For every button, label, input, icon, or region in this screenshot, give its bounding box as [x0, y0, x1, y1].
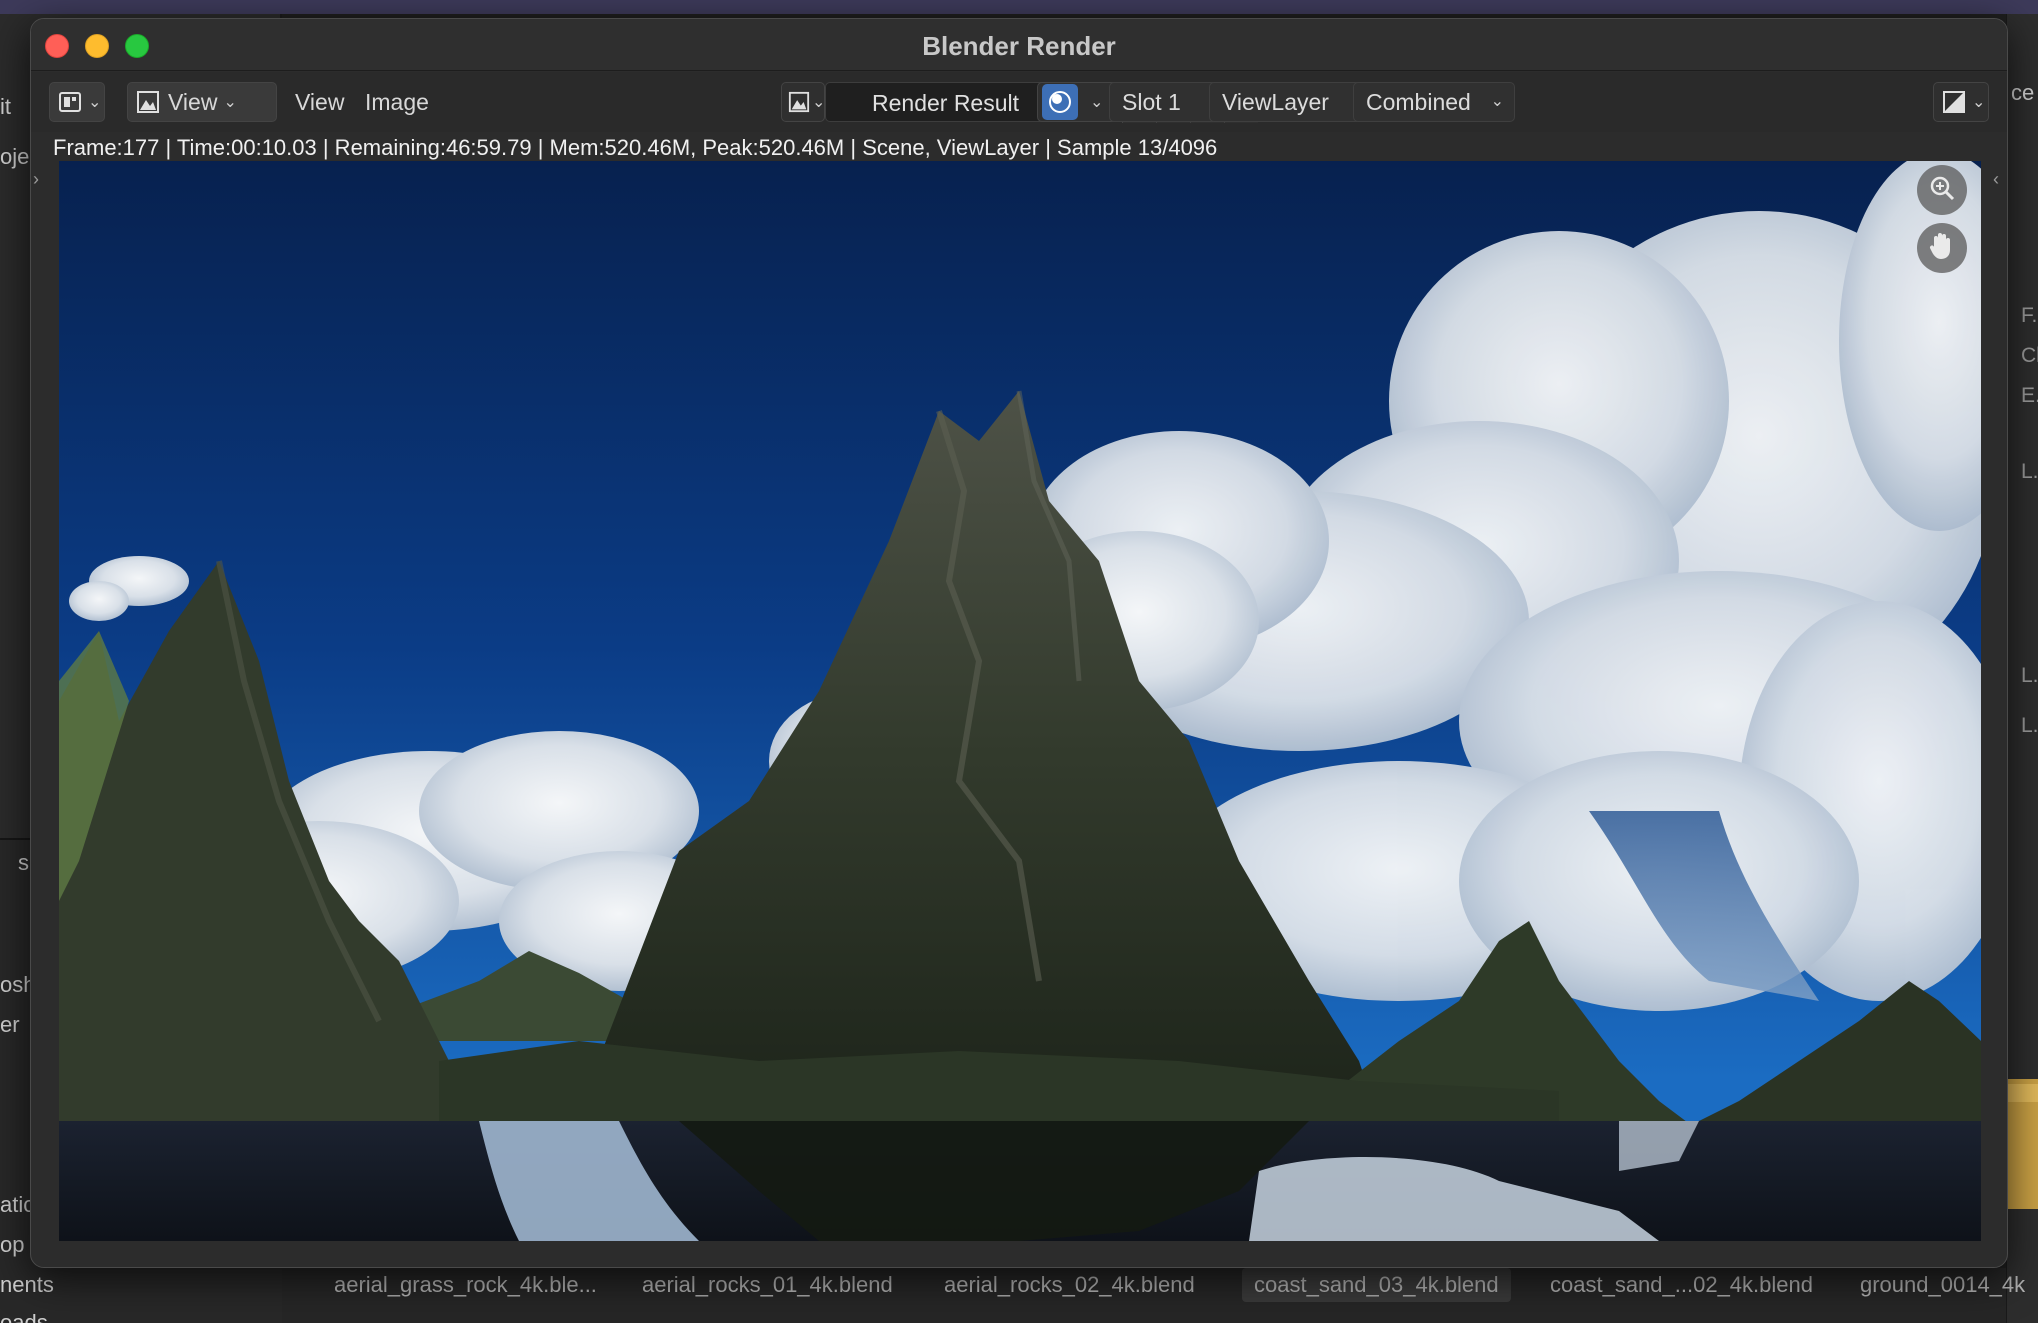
render-pass-dropdown[interactable]: Combined ⌄ — [1353, 82, 1515, 122]
right-panel-text: L... — [2021, 460, 2038, 483]
chevron-down-icon: ⌄ — [88, 94, 102, 111]
file-item[interactable]: ground_0014_4k — [1848, 1268, 2037, 1302]
chevron-down-icon: ⌄ — [1090, 94, 1104, 111]
left-panel-text: er — [0, 1012, 20, 1037]
chevron-down-icon: ⌄ — [223, 94, 237, 111]
slot-label: Slot 1 — [1122, 89, 1181, 115]
render-window: Blender Render ⌄ View ⌄ View Image ⌄ Ren… — [30, 18, 2008, 1268]
right-panel-text: ce — [2011, 80, 2035, 105]
left-panel-text: oads — [0, 1310, 48, 1323]
file-item[interactable]: coast_sand_...02_4k.blend — [1538, 1268, 1825, 1302]
left-panel-text: op — [0, 1232, 25, 1257]
right-panel-text: L... — [2021, 664, 2038, 687]
chevron-down-icon: ⌄ — [1972, 94, 1986, 111]
display-channels-dropdown[interactable]: ⌄ — [1933, 82, 1989, 122]
file-item[interactable]: aerial_rocks_02_4k.blend — [932, 1268, 1207, 1302]
left-panel-text: oje — [0, 144, 30, 169]
render-pass-label: Combined — [1366, 89, 1471, 115]
browse-image-button[interactable]: ⌄ — [781, 82, 825, 122]
overlay-icon — [1042, 84, 1078, 120]
file-item-selected[interactable]: coast_sand_03_4k.blend — [1242, 1268, 1511, 1302]
image-editor-header: ⌄ View ⌄ View Image ⌄ Render Result ⌄ Sl… — [31, 72, 2007, 132]
render-image-svg — [59, 161, 1981, 1241]
chevron-down-icon: ⌄ — [812, 94, 826, 111]
image-editor-icon — [58, 90, 82, 114]
desktop-top-strip — [0, 0, 2038, 14]
menu-image[interactable]: Image — [365, 82, 429, 122]
view-layer-label: ViewLayer — [1222, 89, 1329, 115]
toolbar-expand-arrow-icon[interactable]: › — [33, 169, 39, 190]
image-browse-icon — [788, 91, 810, 113]
background-right-panel: ce F... Cl E... L... L... L... — [2006, 14, 2038, 1323]
left-panel-text: it — [0, 94, 11, 119]
right-panel-text: E... — [2021, 384, 2038, 407]
left-panel-text: nents — [0, 1272, 54, 1297]
zoom-in-icon — [1928, 174, 1956, 207]
hand-pan-icon — [1928, 231, 1956, 266]
file-item[interactable]: aerial_grass_rock_4k.ble... — [322, 1268, 609, 1302]
render-result-image[interactable] — [59, 161, 1981, 1241]
left-panel-text: s — [18, 850, 29, 875]
menu-view[interactable]: View — [295, 82, 344, 122]
right-panel-text: F... — [2021, 304, 2038, 327]
chevron-down-icon: ⌄ — [1490, 93, 1504, 110]
window-title: Blender Render — [922, 31, 1116, 61]
right-panel-text: L... — [2021, 714, 2038, 737]
zoom-button[interactable] — [1917, 165, 1967, 215]
sidebar-expand-arrow-icon[interactable]: ‹ — [1993, 169, 1999, 190]
view-layer-dropdown[interactable]: ViewLayer ⌄ — [1209, 82, 1377, 122]
display-channels-icon — [1942, 90, 1966, 114]
active-slot-highlight-top — [2007, 1084, 2038, 1102]
render-status-line: Frame:177 | Time:00:10.03 | Remaining:46… — [53, 135, 1218, 160]
file-item[interactable]: aerial_rocks_01_4k.blend — [630, 1268, 905, 1302]
image-name: Render Result — [872, 90, 1020, 116]
pan-button[interactable] — [1917, 223, 1967, 273]
view-mode-dropdown[interactable]: View ⌄ — [127, 82, 277, 122]
editor-type-dropdown[interactable]: ⌄ — [49, 82, 105, 122]
view-mode-label: View — [168, 88, 218, 115]
right-panel-text: Cl — [2021, 344, 2038, 367]
window-titlebar[interactable]: Blender Render — [31, 19, 2007, 71]
image-view-icon — [136, 90, 160, 114]
